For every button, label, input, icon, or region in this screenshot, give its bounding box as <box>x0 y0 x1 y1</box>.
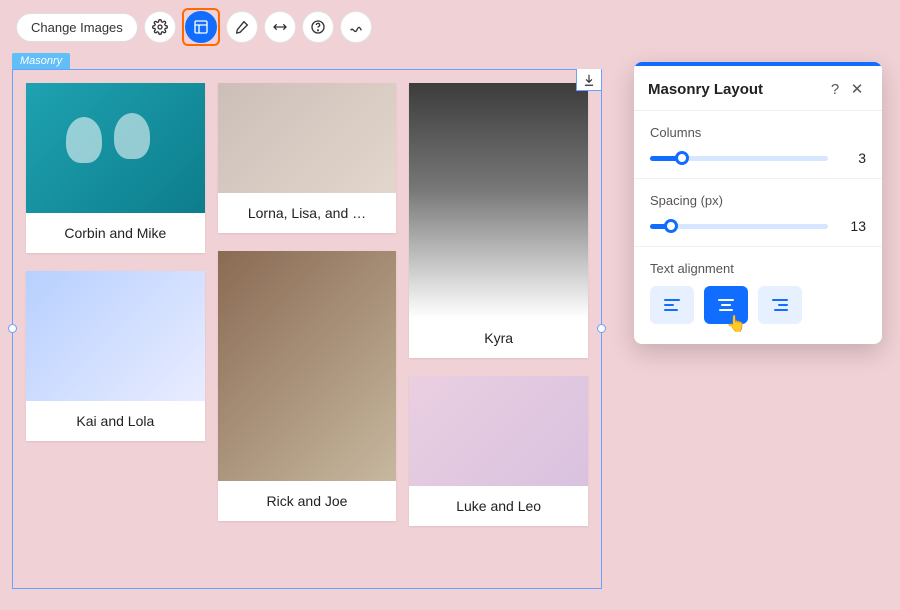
masonry-grid: Corbin and Mike Kai and Lola Lorna, Lisa… <box>13 70 601 557</box>
gallery-image <box>409 376 588 486</box>
slider-thumb[interactable] <box>664 219 678 233</box>
gallery-caption: Rick and Joe <box>218 481 397 521</box>
gallery-caption: Kai and Lola <box>26 401 205 441</box>
panel-close-button[interactable]: ✕ <box>846 80 868 98</box>
help-button[interactable] <box>302 11 334 43</box>
spacing-section: Spacing (px) 13 <box>634 179 882 247</box>
gallery-image <box>409 83 588 318</box>
slider-thumb[interactable] <box>675 151 689 165</box>
gallery-card[interactable]: Lorna, Lisa, and … <box>218 83 397 233</box>
animation-button[interactable] <box>340 11 372 43</box>
align-left-button[interactable] <box>650 286 694 324</box>
gallery-card[interactable]: Kyra <box>409 83 588 358</box>
gallery-caption: Kyra <box>409 318 588 358</box>
gallery-card[interactable]: Luke and Leo <box>409 376 588 526</box>
widget-name-tag: Masonry <box>12 53 70 70</box>
resize-handle-right[interactable] <box>597 324 606 333</box>
spacing-slider[interactable] <box>650 224 828 229</box>
align-right-button[interactable] <box>758 286 802 324</box>
alignment-label: Text alignment <box>650 261 866 276</box>
gallery-caption: Corbin and Mike <box>26 213 205 253</box>
gallery-image <box>218 83 397 193</box>
align-center-button[interactable]: 👆 <box>704 286 748 324</box>
cursor-indicator: 👆 <box>726 314 746 334</box>
animation-icon <box>348 19 364 35</box>
change-images-button[interactable]: Change Images <box>16 13 138 42</box>
settings-button[interactable] <box>144 11 176 43</box>
panel-header: Masonry Layout ? ✕ <box>634 66 882 111</box>
layout-button[interactable] <box>185 11 217 43</box>
download-icon <box>582 73 596 87</box>
align-right-icon <box>772 299 788 311</box>
download-icon-button[interactable] <box>576 69 602 91</box>
help-icon <box>310 19 326 35</box>
columns-value: 3 <box>840 150 866 166</box>
resize-handle-left[interactable] <box>8 324 17 333</box>
align-left-icon <box>664 299 680 311</box>
gallery-card[interactable]: Corbin and Mike <box>26 83 205 253</box>
gallery-caption: Lorna, Lisa, and … <box>218 193 397 233</box>
stretch-button[interactable] <box>264 11 296 43</box>
active-tool-highlight <box>182 8 220 46</box>
columns-label: Columns <box>650 125 866 140</box>
gallery-card[interactable]: Rick and Joe <box>218 251 397 521</box>
columns-section: Columns 3 <box>634 111 882 179</box>
alignment-section: Text alignment 👆 <box>634 247 882 344</box>
gallery-canvas: Masonry Corbin and Mike Kai and Lola <box>12 55 602 590</box>
gallery-caption: Luke and Leo <box>409 486 588 526</box>
spacing-label: Spacing (px) <box>650 193 866 208</box>
layout-settings-panel: Masonry Layout ? ✕ Columns 3 Spacing (px… <box>634 62 882 344</box>
design-button[interactable] <box>226 11 258 43</box>
stretch-icon <box>271 19 289 35</box>
layout-icon <box>193 19 209 35</box>
align-center-icon <box>718 299 734 311</box>
brush-icon <box>234 19 250 35</box>
gallery-image <box>218 251 397 481</box>
gallery-selection-frame[interactable]: Corbin and Mike Kai and Lola Lorna, Lisa… <box>12 69 602 589</box>
gallery-card[interactable]: Kai and Lola <box>26 271 205 441</box>
spacing-value: 13 <box>840 218 866 234</box>
gallery-image <box>26 271 205 401</box>
panel-help-button[interactable]: ? <box>824 81 846 98</box>
editor-toolbar: Change Images <box>16 8 372 46</box>
gallery-image <box>26 83 205 213</box>
columns-slider[interactable] <box>650 156 828 161</box>
panel-title: Masonry Layout <box>648 81 824 98</box>
gear-icon <box>152 19 168 35</box>
